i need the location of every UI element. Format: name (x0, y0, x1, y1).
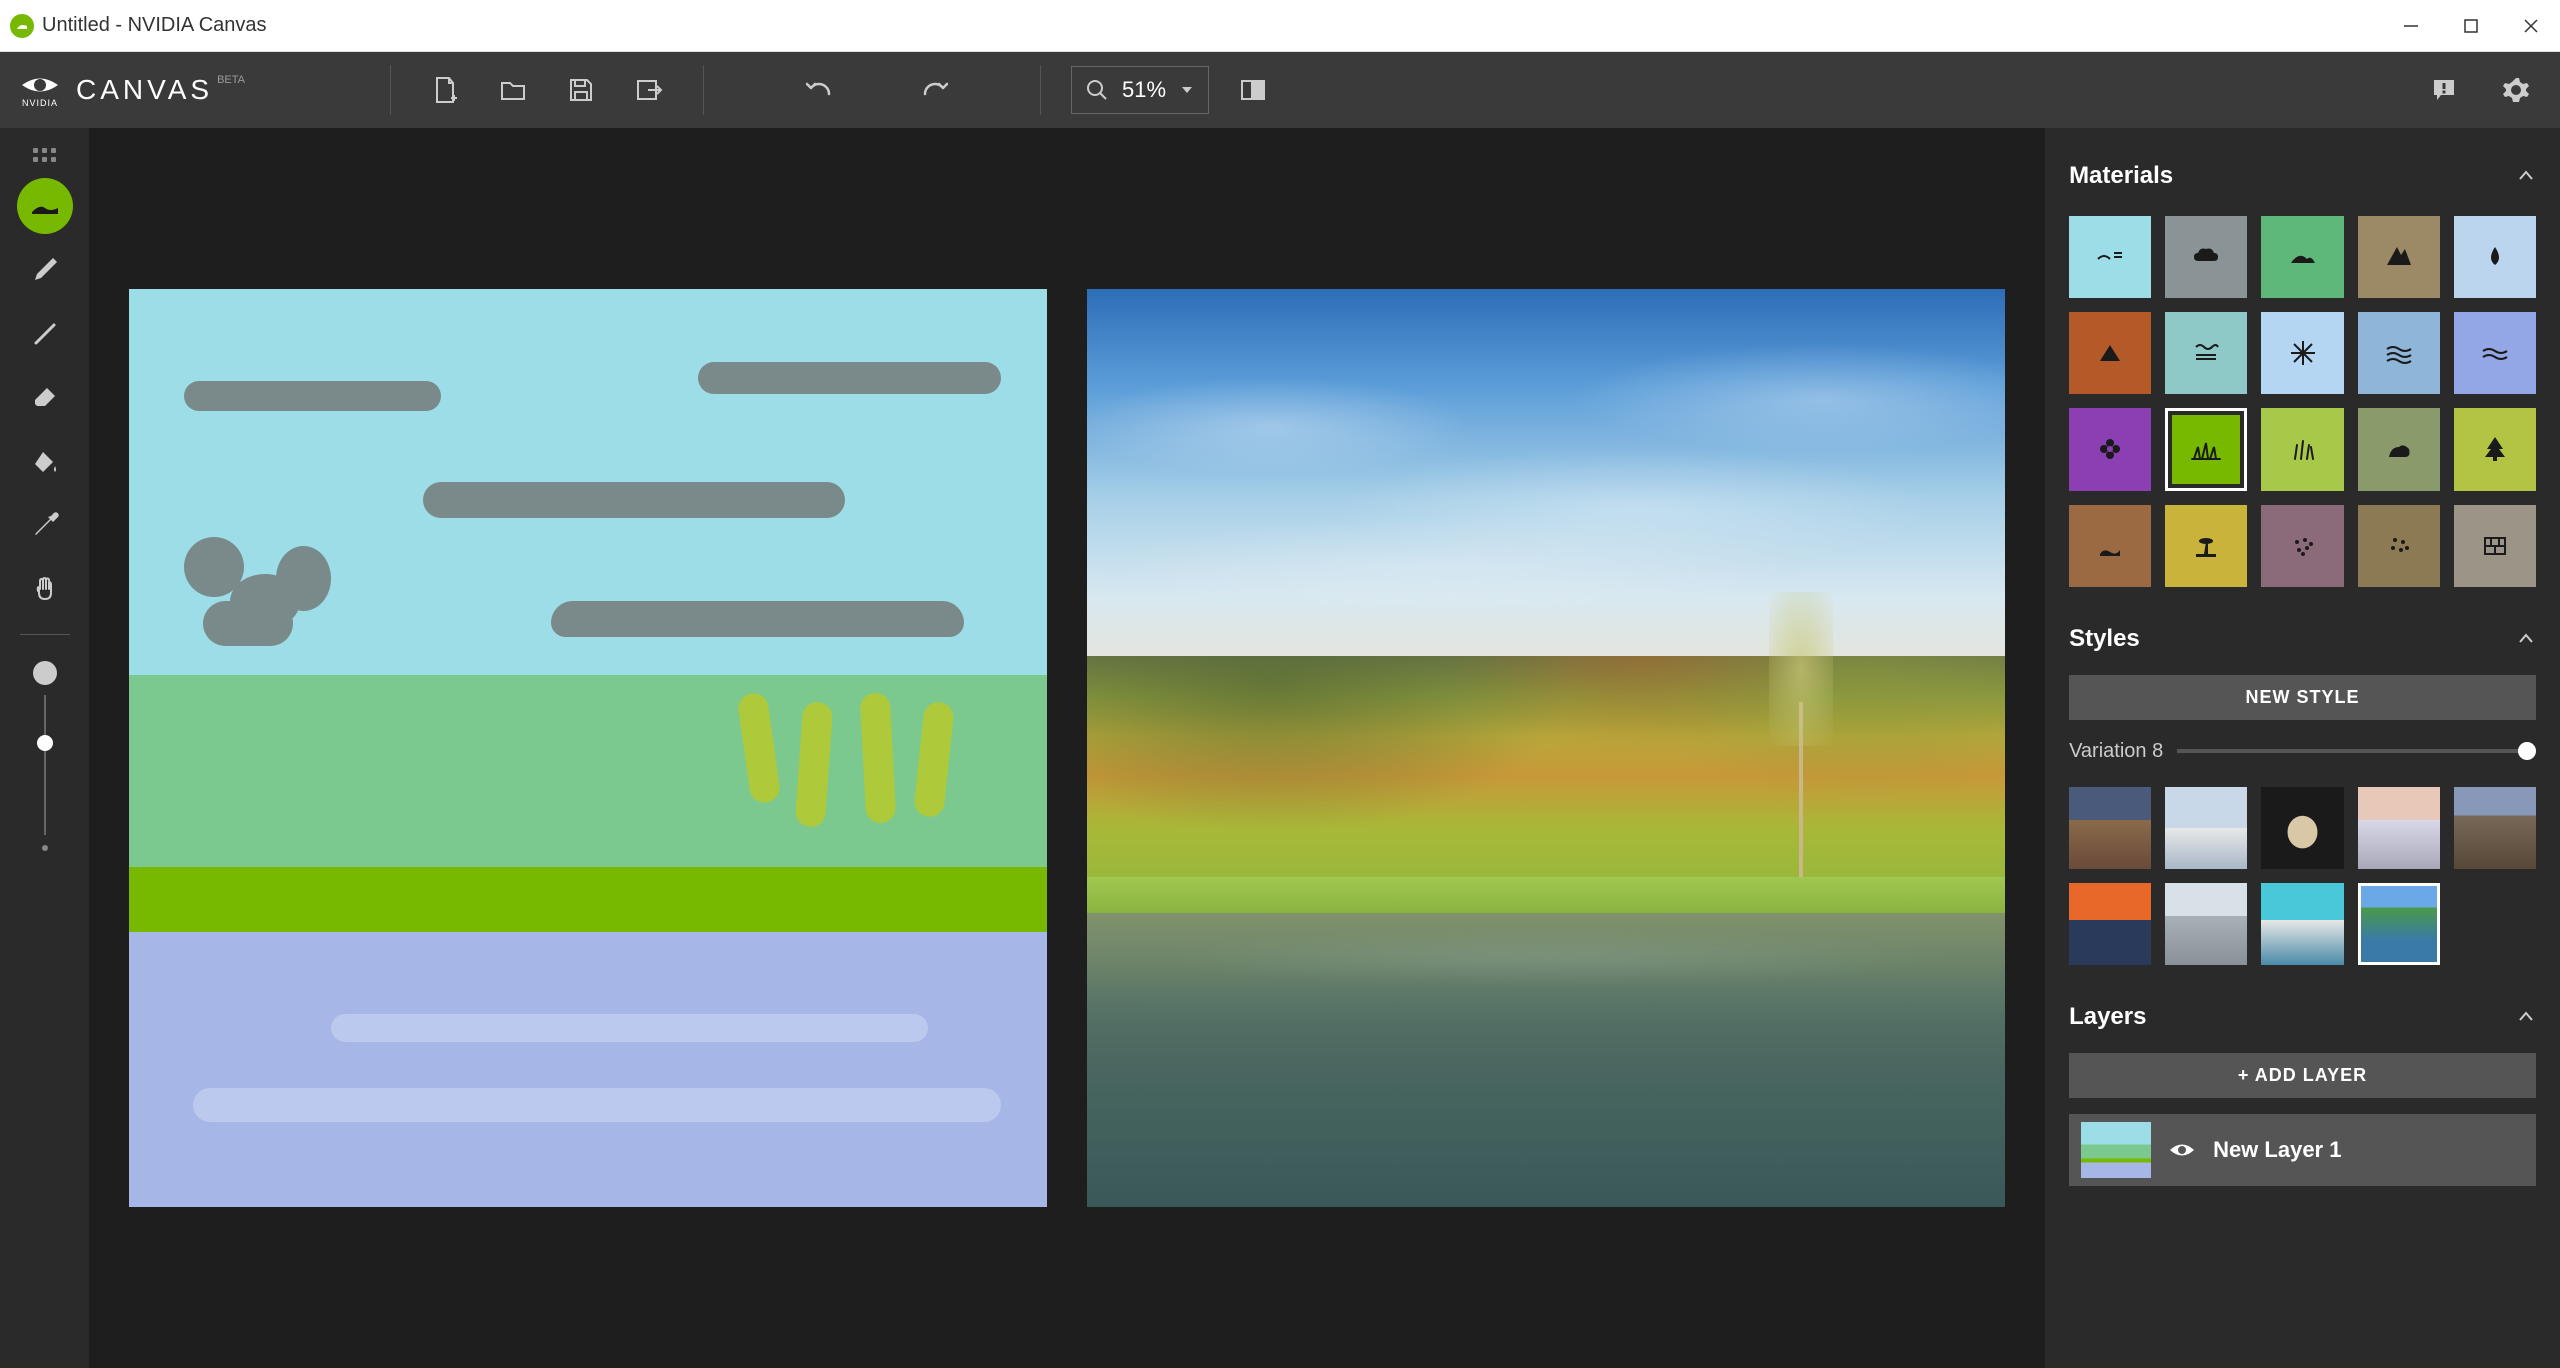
open-file-button[interactable] (489, 66, 537, 114)
visibility-icon[interactable] (2167, 1135, 2197, 1165)
app-logo: NVIDIA CANVASBETA (20, 72, 320, 108)
beta-badge: BETA (217, 74, 245, 86)
variation-label: Variation 8 (2069, 740, 2163, 763)
new-style-button[interactable]: NEW STYLE (2069, 675, 2536, 720)
chevron-up-icon (2516, 1007, 2536, 1027)
material-flower[interactable] (2069, 408, 2151, 490)
drag-handle-icon[interactable] (25, 140, 64, 170)
zoom-icon (1086, 79, 1108, 101)
zoom-control[interactable]: 51% (1071, 66, 1209, 114)
layers-panel-header[interactable]: Layers (2061, 989, 2544, 1045)
style-3-thumb[interactable] (2261, 787, 2343, 869)
right-panel: Materials Styles NEW STYLE Variation 8 L… (2045, 128, 2560, 1368)
window-title: Untitled - NVIDIA Canvas (42, 14, 267, 37)
layer-thumbnail (2081, 1122, 2151, 1178)
material-hill[interactable] (2261, 216, 2343, 298)
material-stone[interactable] (2358, 505, 2440, 587)
style-2-thumb[interactable] (2165, 787, 2247, 869)
style-9-thumb[interactable] (2358, 883, 2440, 965)
split-view-button[interactable] (1229, 66, 1277, 114)
top-toolbar: NVIDIA CANVASBETA 51% (0, 52, 2560, 128)
material-rock[interactable] (2358, 408, 2440, 490)
material-snow[interactable] (2261, 312, 2343, 394)
material-water[interactable] (2454, 216, 2536, 298)
settings-button[interactable] (2492, 66, 2540, 114)
style-4-thumb[interactable] (2358, 787, 2440, 869)
style-5-thumb[interactable] (2454, 787, 2536, 869)
chevron-down-icon (1180, 83, 1194, 97)
style-7-thumb[interactable] (2165, 883, 2247, 965)
export-button[interactable] (625, 66, 673, 114)
size-small-icon (42, 845, 48, 851)
add-layer-button[interactable]: + ADD LAYER (2069, 1053, 2536, 1098)
material-wall[interactable] (2454, 505, 2536, 587)
material-gravel[interactable] (2261, 505, 2343, 587)
brush-tool-button[interactable] (17, 178, 73, 234)
eyedropper-tool-button[interactable] (17, 498, 73, 554)
material-mountain[interactable] (2358, 216, 2440, 298)
chevron-up-icon (2516, 629, 2536, 649)
chevron-up-icon (2516, 166, 2536, 186)
styles-panel-header[interactable]: Styles (2061, 611, 2544, 667)
window-titlebar: Untitled - NVIDIA Canvas (0, 0, 2560, 52)
material-fog[interactable] (2165, 312, 2247, 394)
app-icon (10, 14, 34, 38)
pencil-tool-button[interactable] (17, 242, 73, 298)
window-close-button[interactable] (2512, 7, 2550, 45)
size-large-icon (33, 661, 57, 685)
eraser-tool-button[interactable] (17, 370, 73, 426)
style-8-thumb[interactable] (2261, 883, 2343, 965)
fill-tool-button[interactable] (17, 434, 73, 490)
material-cloud[interactable] (2165, 216, 2247, 298)
pan-tool-button[interactable] (17, 562, 73, 618)
material-bush[interactable] (2261, 408, 2343, 490)
save-file-button[interactable] (557, 66, 605, 114)
output-canvas (1087, 289, 2005, 1207)
feedback-button[interactable] (2420, 66, 2468, 114)
new-file-button[interactable] (421, 66, 469, 114)
material-grass[interactable] (2165, 408, 2247, 490)
materials-panel-header[interactable]: Materials (2061, 148, 2544, 204)
material-sea[interactable] (2358, 312, 2440, 394)
variation-slider[interactable] (2177, 749, 2536, 753)
line-tool-button[interactable] (17, 306, 73, 362)
brush-size-slider[interactable] (33, 661, 57, 851)
styles-grid (2061, 783, 2544, 981)
material-mud[interactable] (2069, 505, 2151, 587)
tools-sidebar (0, 128, 89, 1368)
materials-grid (2061, 212, 2544, 603)
material-river[interactable] (2454, 312, 2536, 394)
zoom-value: 51% (1122, 77, 1166, 103)
canvas-workspace (89, 128, 2045, 1368)
segmentation-canvas[interactable] (129, 289, 1047, 1207)
material-tree[interactable] (2454, 408, 2536, 490)
app-name-text: CANVAS (76, 74, 213, 105)
layer-name-label: New Layer 1 (2213, 1137, 2341, 1163)
material-sand[interactable] (2165, 505, 2247, 587)
window-maximize-button[interactable] (2452, 7, 2490, 45)
undo-button[interactable] (794, 66, 842, 114)
style-6-thumb[interactable] (2069, 883, 2151, 965)
material-dirt[interactable] (2069, 312, 2151, 394)
style-1-thumb[interactable] (2069, 787, 2151, 869)
redo-button[interactable] (912, 66, 960, 114)
window-minimize-button[interactable] (2392, 7, 2430, 45)
layer-item[interactable]: New Layer 1 (2069, 1114, 2536, 1186)
material-sky[interactable] (2069, 216, 2151, 298)
